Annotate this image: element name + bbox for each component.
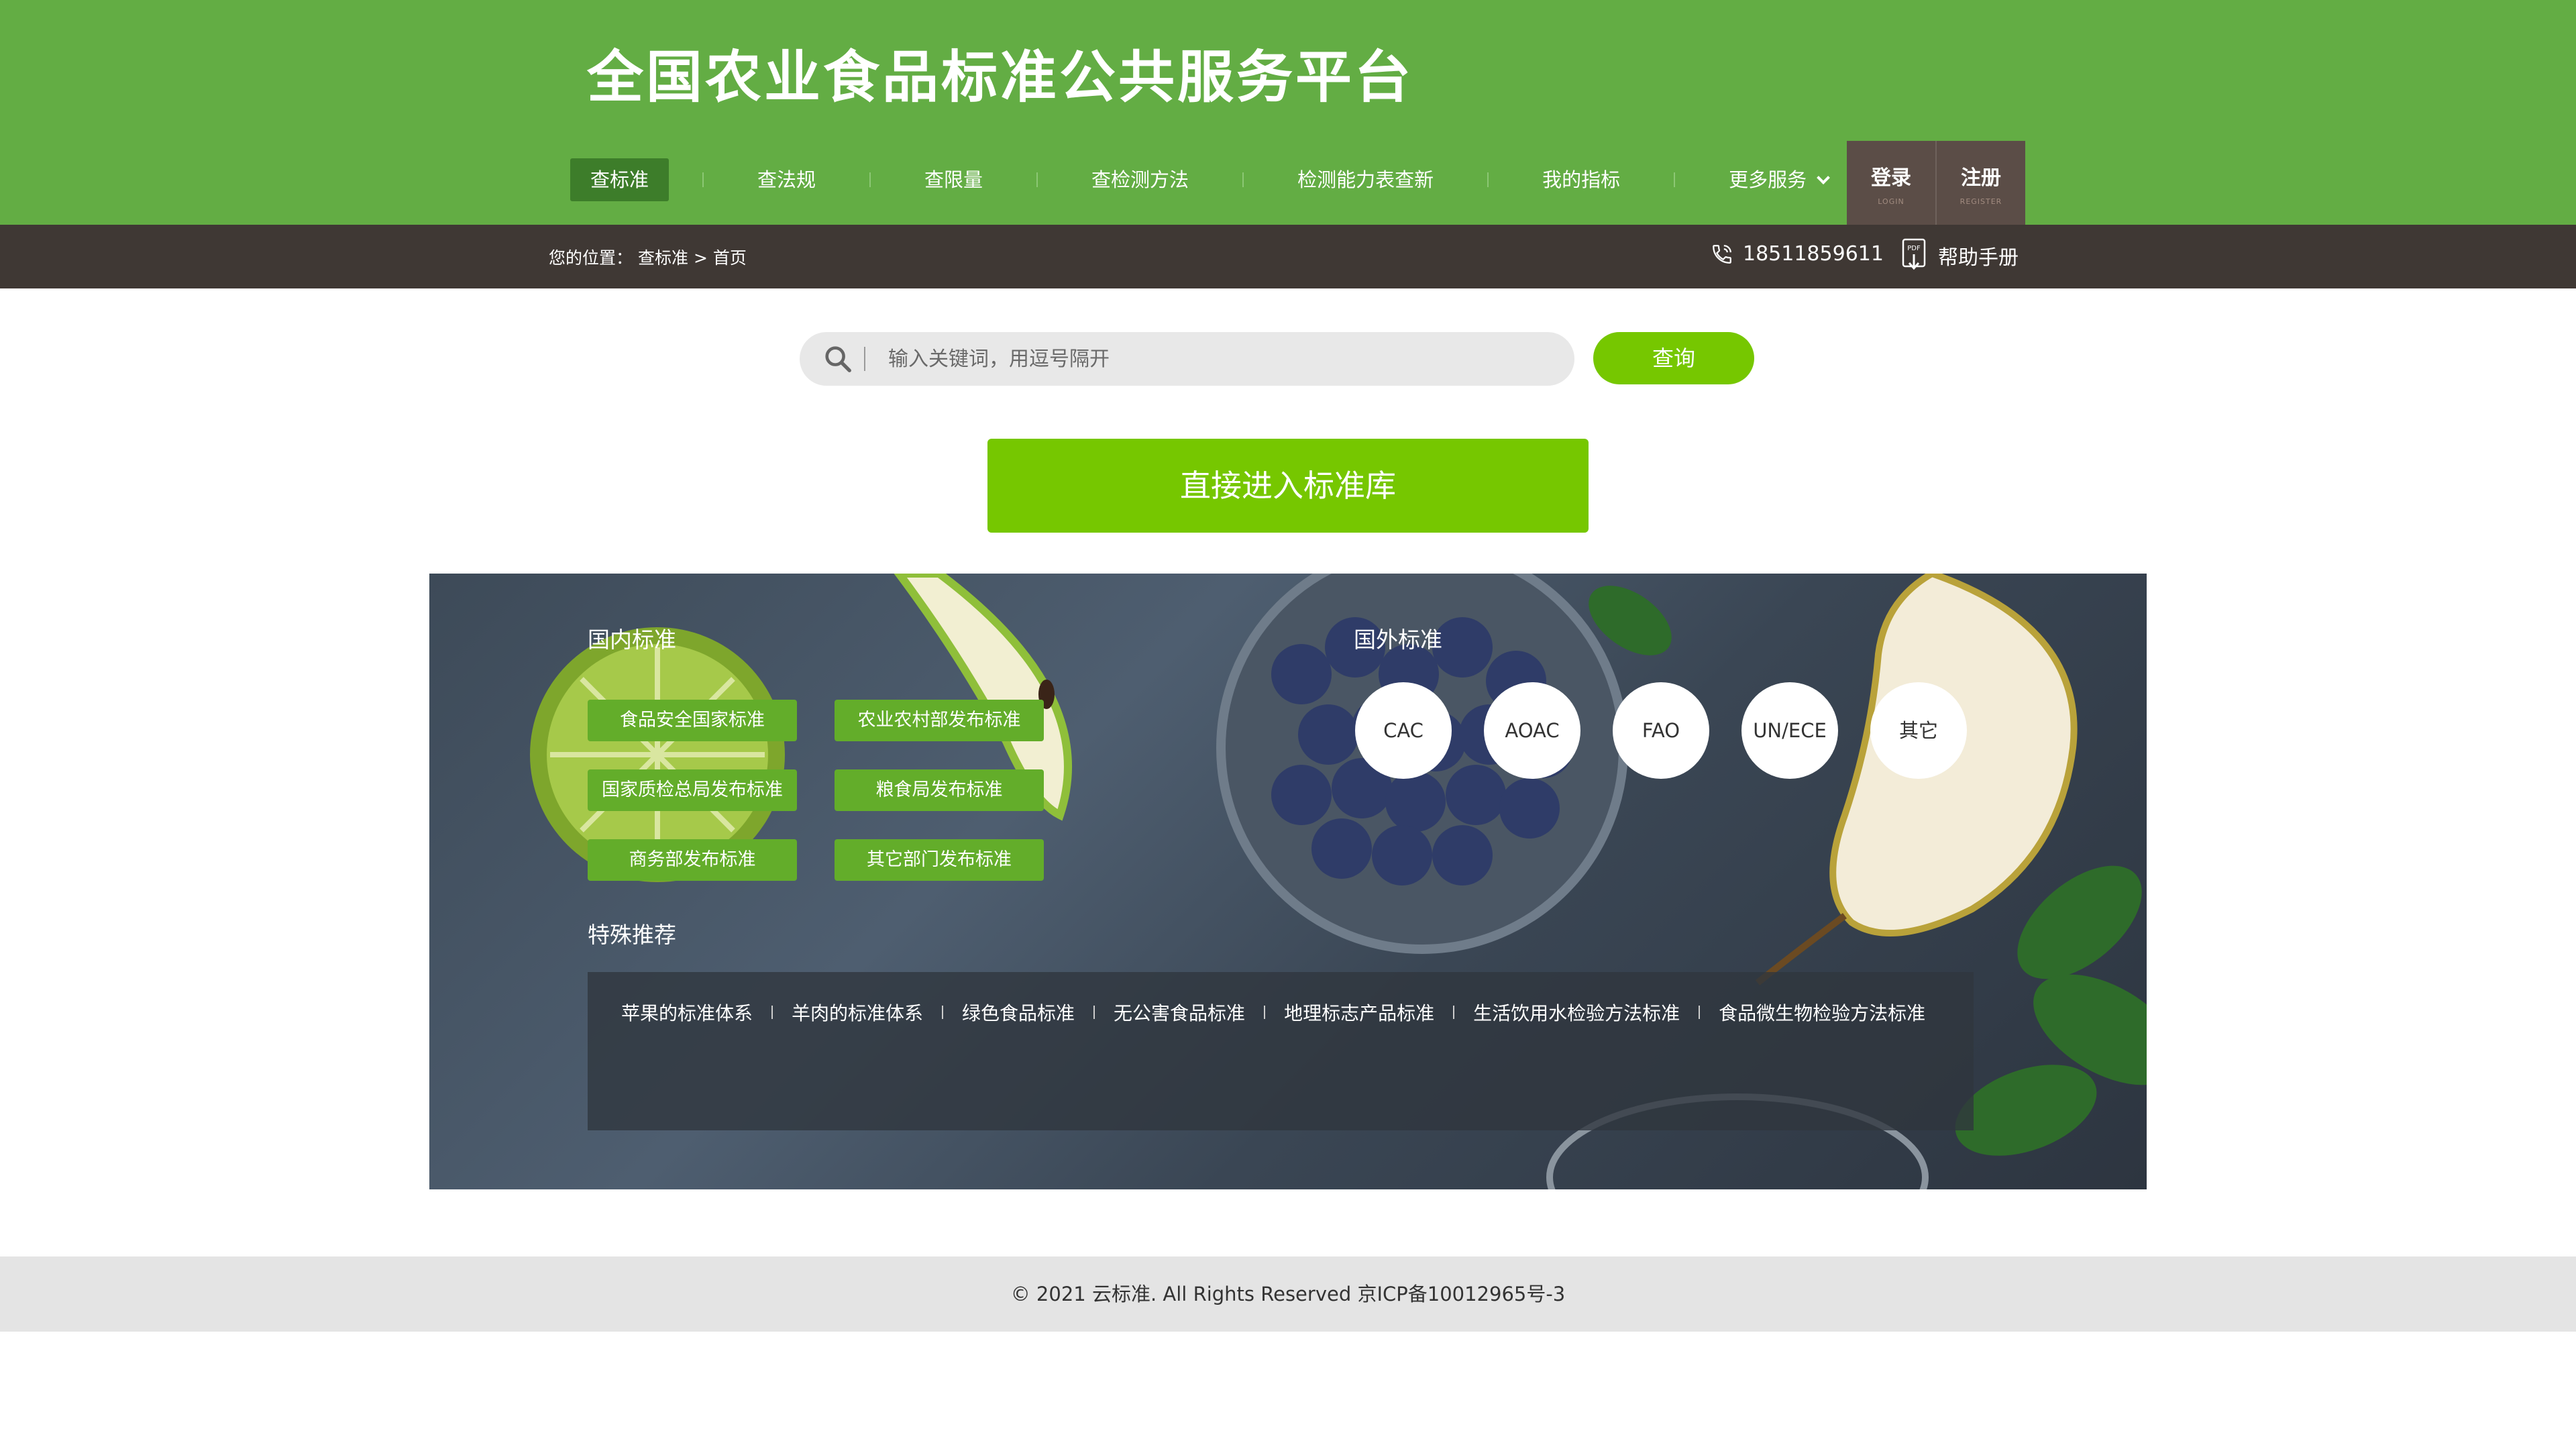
breadcrumb: 您的位置： 查标准 > 首页 — [549, 245, 747, 269]
recommend-pollution-free[interactable]: 无公害食品标准 — [1114, 999, 1245, 1026]
nav-item-more-services[interactable]: 更多服务 — [1709, 158, 1848, 201]
site-header: 全国农业食品标准公共服务平台 查标准 查法规 查限量 查检测方法 检测能力表查新… — [0, 0, 2576, 225]
list-divider — [1264, 1006, 1266, 1019]
foreign-aoac[interactable]: AOAC — [1484, 682, 1580, 779]
special-recommend-list: 苹果的标准体系 羊肉的标准体系 绿色食品标准 无公害食品标准 地理标志产品标准 … — [621, 999, 1925, 1026]
foreign-standards-title: 国外标准 — [1354, 627, 1442, 653]
foreign-fao[interactable]: FAO — [1613, 682, 1709, 779]
login-button[interactable]: 登录 LOGIN — [1847, 141, 1935, 225]
nav-item-regulations[interactable]: 查法规 — [737, 158, 836, 201]
help-manual-label: 帮助手册 — [1938, 246, 2019, 270]
enter-library-button[interactable]: 直接进入标准库 — [987, 439, 1589, 533]
domestic-commerce-ministry[interactable]: 商务部发布标准 — [588, 839, 797, 881]
list-divider — [771, 1006, 773, 1019]
register-sublabel: REGISTER — [1960, 197, 2002, 206]
login-label: 登录 — [1871, 166, 1911, 190]
nav-item-my-indicators[interactable]: 我的指标 — [1522, 158, 1640, 201]
recommend-mutton-system[interactable]: 羊肉的标准体系 — [792, 999, 923, 1026]
contact-phone: 18511859611 — [1711, 242, 1884, 266]
breadcrumb-link-standards[interactable]: 查标准 — [638, 248, 688, 268]
domestic-grain-bureau[interactable]: 粮食局发布标准 — [835, 769, 1044, 811]
phone-icon — [1713, 244, 1731, 264]
breadcrumb-separator: > — [693, 248, 708, 268]
pdf-badge: PDF — [1907, 245, 1921, 252]
phone-number: 18511859611 — [1743, 242, 1884, 266]
search-icon — [825, 346, 851, 372]
nav-divider — [1036, 172, 1038, 187]
nav-item-capability-check[interactable]: 检测能力表查新 — [1277, 158, 1454, 201]
list-divider — [942, 1006, 944, 1019]
register-label: 注册 — [1961, 166, 2001, 190]
breadcrumb-prefix: 您的位置： — [549, 248, 633, 268]
main-nav: 查标准 查法规 查限量 查检测方法 检测能力表查新 我的指标 更多服务 — [570, 158, 1848, 201]
recommend-food-microbiology[interactable]: 食品微生物检验方法标准 — [1719, 999, 1925, 1026]
site-footer: © 2021 云标准. All Rights Reserved 京ICP备100… — [0, 1256, 2576, 1332]
foreign-other[interactable]: 其它 — [1870, 682, 1967, 779]
domestic-other-departments[interactable]: 其它部门发布标准 — [835, 839, 1044, 881]
nav-divider — [869, 172, 871, 187]
foreign-un-ece[interactable]: UN/ECE — [1741, 682, 1838, 779]
nav-item-standards[interactable]: 查标准 — [570, 158, 669, 201]
foreign-cac[interactable]: CAC — [1355, 682, 1452, 779]
search-button[interactable]: 查询 — [1593, 332, 1754, 384]
recommend-geographical-indication[interactable]: 地理标志产品标准 — [1284, 999, 1434, 1026]
special-recommend-title: 特殊推荐 — [588, 922, 676, 948]
category-banner: 国内标准 食品安全国家标准 农业农村部发布标准 国家质检总局发布标准 粮食局发布… — [429, 574, 2147, 1189]
breadcrumb-bar: 您的位置： 查标准 > 首页 18511859611 PDF 帮助手册 — [0, 225, 2576, 288]
recommend-apple-system[interactable]: 苹果的标准体系 — [621, 999, 753, 1026]
chevron-down-icon — [1817, 171, 1831, 184]
search-box — [800, 332, 1574, 386]
pdf-download-icon: PDF — [1902, 238, 1926, 270]
search-divider — [864, 347, 865, 371]
more-services-label: 更多服务 — [1729, 168, 1807, 191]
special-recommend-panel: 苹果的标准体系 羊肉的标准体系 绿色食品标准 无公害食品标准 地理标志产品标准 … — [588, 972, 1974, 1130]
help-manual-link[interactable]: PDF 帮助手册 — [1902, 238, 2019, 273]
list-divider — [1093, 1006, 1095, 1019]
search-input[interactable] — [887, 346, 1491, 372]
register-button[interactable]: 注册 REGISTER — [1935, 141, 2025, 225]
login-sublabel: LOGIN — [1878, 197, 1904, 206]
nav-divider — [702, 172, 704, 187]
domestic-food-safety-national[interactable]: 食品安全国家标准 — [588, 700, 797, 741]
site-title: 全国农业食品标准公共服务平台 — [587, 44, 1414, 110]
nav-item-test-methods[interactable]: 查检测方法 — [1071, 158, 1209, 201]
domestic-agriculture-ministry[interactable]: 农业农村部发布标准 — [835, 700, 1044, 741]
breadcrumb-current: 首页 — [712, 248, 747, 268]
recommend-drinking-water[interactable]: 生活饮用水检验方法标准 — [1473, 999, 1680, 1026]
nav-divider — [1674, 172, 1676, 187]
domestic-standards-title: 国内标准 — [588, 627, 676, 653]
nav-divider — [1487, 172, 1489, 187]
list-divider — [1453, 1006, 1455, 1019]
nav-item-limits[interactable]: 查限量 — [904, 158, 1003, 201]
auth-panel: 登录 LOGIN 注册 REGISTER — [1847, 141, 2025, 225]
recommend-green-food[interactable]: 绿色食品标准 — [962, 999, 1075, 1026]
list-divider — [1699, 1006, 1701, 1019]
domestic-aqsiq[interactable]: 国家质检总局发布标准 — [588, 769, 797, 811]
nav-divider — [1242, 172, 1244, 187]
